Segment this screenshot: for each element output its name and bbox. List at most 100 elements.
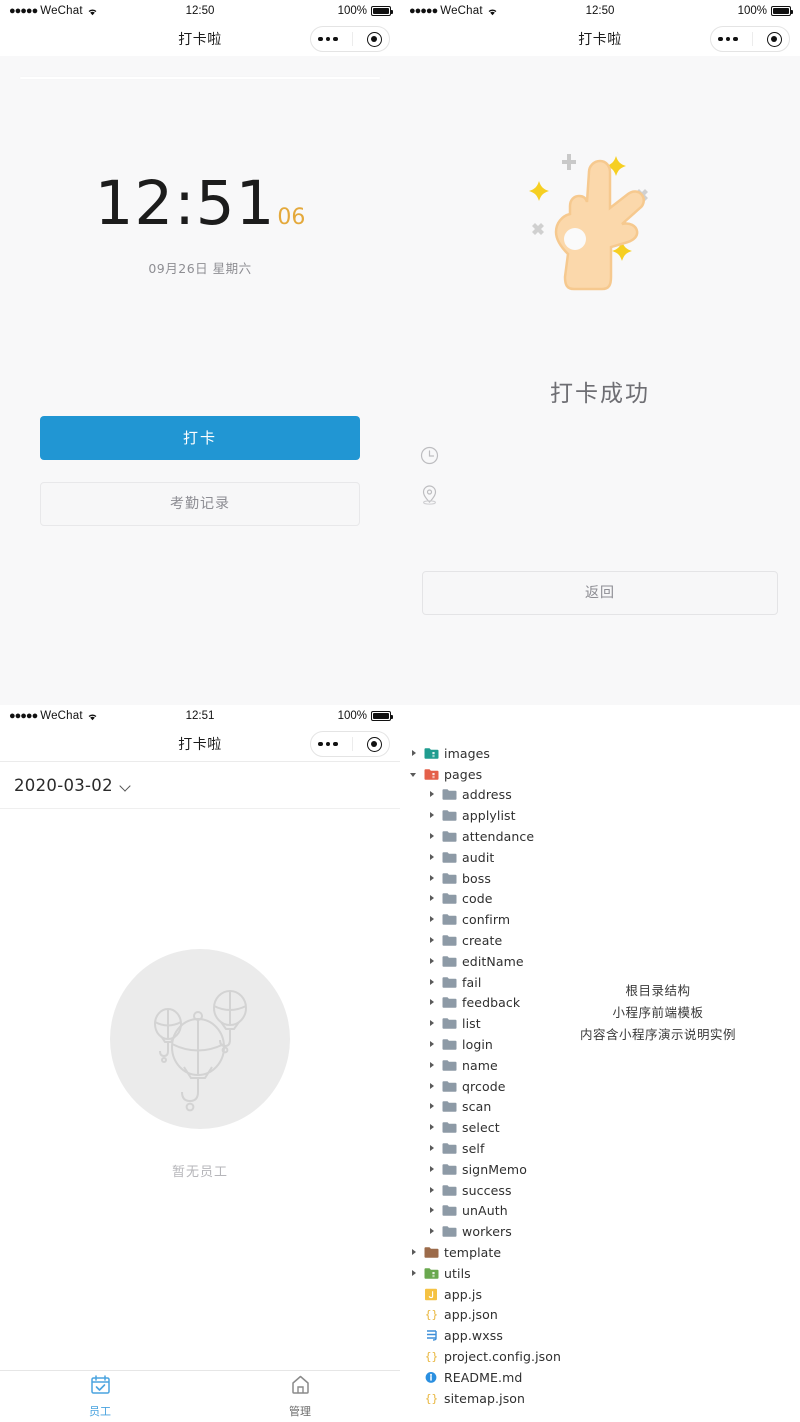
file-tree-item[interactable]: confirm (428, 909, 800, 930)
file-tree-item[interactable]: scan (428, 1097, 800, 1118)
status-bar-left: ●●●●● WeChat (9, 710, 98, 722)
chevron-right-icon[interactable] (428, 1019, 437, 1028)
status-bar: ●●●●● WeChat 12:51 100% (0, 705, 400, 727)
status-bar-right: 100% (738, 5, 793, 17)
file-tree-item-label: list (462, 1016, 481, 1032)
svg-text:{}: {} (425, 1350, 438, 1363)
file-tree-item-label: login (462, 1037, 493, 1053)
file-tree-item[interactable]: code (428, 889, 800, 910)
clock-time: 12:51 (94, 168, 276, 239)
chevron-right-icon[interactable] (428, 811, 437, 820)
panel-employees-screen: ●●●●● WeChat 12:51 100% 打卡啦 2020-03-02 暂… (0, 705, 400, 1422)
chevron-right-icon[interactable] (428, 915, 437, 924)
chevron-right-icon[interactable] (428, 1102, 437, 1111)
more-icon[interactable] (718, 36, 738, 42)
chevron-right-icon[interactable] (428, 1144, 437, 1153)
back-button[interactable]: 返回 (422, 571, 778, 615)
file-tree-item[interactable]: attendance (428, 826, 800, 847)
chevron-right-icon[interactable] (428, 1040, 437, 1049)
file-tree-item-label: code (462, 891, 493, 907)
tab-manage[interactable]: 管理 (200, 1371, 400, 1422)
chevron-right-icon[interactable] (428, 978, 437, 987)
file-tree-item-label: audit (462, 849, 495, 865)
chevron-right-icon[interactable] (428, 853, 437, 862)
chevron-right-icon[interactable] (428, 1206, 437, 1215)
file-tree-item[interactable]: {} project.config.json (410, 1346, 800, 1367)
chevron-right-icon[interactable] (410, 1248, 419, 1257)
chevron-right-icon[interactable] (428, 790, 437, 799)
chevron-right-icon[interactable] (428, 957, 437, 966)
folder-icon (442, 913, 457, 926)
chevron-right-icon[interactable] (428, 894, 437, 903)
chevron-right-icon[interactable] (428, 1123, 437, 1132)
file-tree-item[interactable]: {} sitemap.json (410, 1388, 800, 1409)
file-tree-item[interactable]: boss (428, 868, 800, 889)
file-tree-item[interactable]: unAuth (428, 1201, 800, 1222)
file-tree-item[interactable]: README.md (410, 1367, 800, 1388)
folder-icon (442, 934, 457, 947)
date-picker[interactable]: 2020-03-02 (0, 761, 400, 809)
chevron-right-icon[interactable] (428, 936, 437, 945)
file-tree-item[interactable]: pages (410, 764, 800, 785)
punch-in-button[interactable]: 打卡 (40, 416, 360, 460)
empty-state-illustration (110, 949, 290, 1129)
folder-icon (442, 1059, 457, 1072)
chevron-right-icon[interactable] (428, 1186, 437, 1195)
wechat-capsule-menu[interactable] (710, 26, 790, 52)
chevron-right-icon[interactable] (410, 1269, 419, 1278)
file-tree-item[interactable]: self (428, 1138, 800, 1159)
file-tree-item[interactable]: {} app.json (410, 1305, 800, 1326)
file-tree-item-label: feedback (462, 995, 521, 1011)
chevron-right-icon[interactable] (428, 998, 437, 1007)
file-tree-item-label: images (444, 745, 491, 761)
file-tree-item[interactable]: utils (410, 1263, 800, 1284)
folder-icon (442, 1204, 457, 1217)
chevron-down-icon[interactable] (121, 782, 131, 788)
file-tree-item[interactable]: template (410, 1242, 800, 1263)
attendance-records-button[interactable]: 考勤记录 (40, 482, 360, 526)
file-tree-item[interactable]: app.js (410, 1284, 800, 1305)
close-target-icon[interactable] (766, 31, 782, 47)
tab-employees[interactable]: 员工 (0, 1371, 200, 1422)
wifi-icon (487, 7, 498, 16)
file-tree-item-label: unAuth (462, 1203, 508, 1219)
file-tree-item[interactable]: audit (428, 847, 800, 868)
file-tree-item[interactable]: create (428, 930, 800, 951)
chevron-right-icon[interactable] (428, 874, 437, 883)
close-target-icon[interactable] (366, 31, 382, 47)
wechat-capsule-menu[interactable] (310, 26, 390, 52)
page-title: 打卡啦 (578, 32, 622, 48)
file-tree-item-label: editName (462, 953, 524, 969)
file-tree-item-label: select (462, 1120, 500, 1136)
capsule-divider (351, 32, 353, 46)
file-tree-item[interactable]: images (410, 743, 800, 764)
chevron-right-icon[interactable] (428, 1061, 437, 1070)
file-tree-item[interactable]: app.wxss (410, 1325, 800, 1346)
file-tree-item-label: app.json (444, 1307, 498, 1323)
tab-employees-label: 员工 (89, 1405, 111, 1418)
file-tree-item[interactable]: qrcode (428, 1076, 800, 1097)
file-tree-item[interactable]: name (428, 1055, 800, 1076)
folder-icon (442, 1225, 457, 1238)
file-tree-item[interactable]: address (428, 785, 800, 806)
chevron-right-icon[interactable] (428, 1082, 437, 1091)
chevron-right-icon[interactable] (428, 1227, 437, 1236)
more-icon[interactable] (318, 741, 338, 747)
file-tree-item-label: README.md (444, 1369, 523, 1385)
file-tree-item[interactable]: signMemo (428, 1159, 800, 1180)
chevron-right-icon[interactable] (428, 832, 437, 841)
file-tree-item[interactable]: select (428, 1117, 800, 1138)
file-tree-item[interactable]: success (428, 1180, 800, 1201)
chevron-right-icon[interactable] (410, 749, 419, 758)
more-icon[interactable] (318, 36, 338, 42)
file-tree-item[interactable]: applylist (428, 805, 800, 826)
folder-icon (442, 1100, 457, 1113)
nav-bar: 打卡啦 (0, 22, 400, 56)
file-tree-item[interactable]: workers (428, 1221, 800, 1242)
chevron-right-icon[interactable] (428, 1165, 437, 1174)
wechat-capsule-menu[interactable] (310, 731, 390, 757)
tab-manage-label: 管理 (289, 1405, 311, 1418)
close-target-icon[interactable] (366, 736, 382, 752)
file-tree-item[interactable]: editName (428, 951, 800, 972)
chevron-down-icon[interactable] (410, 770, 419, 779)
